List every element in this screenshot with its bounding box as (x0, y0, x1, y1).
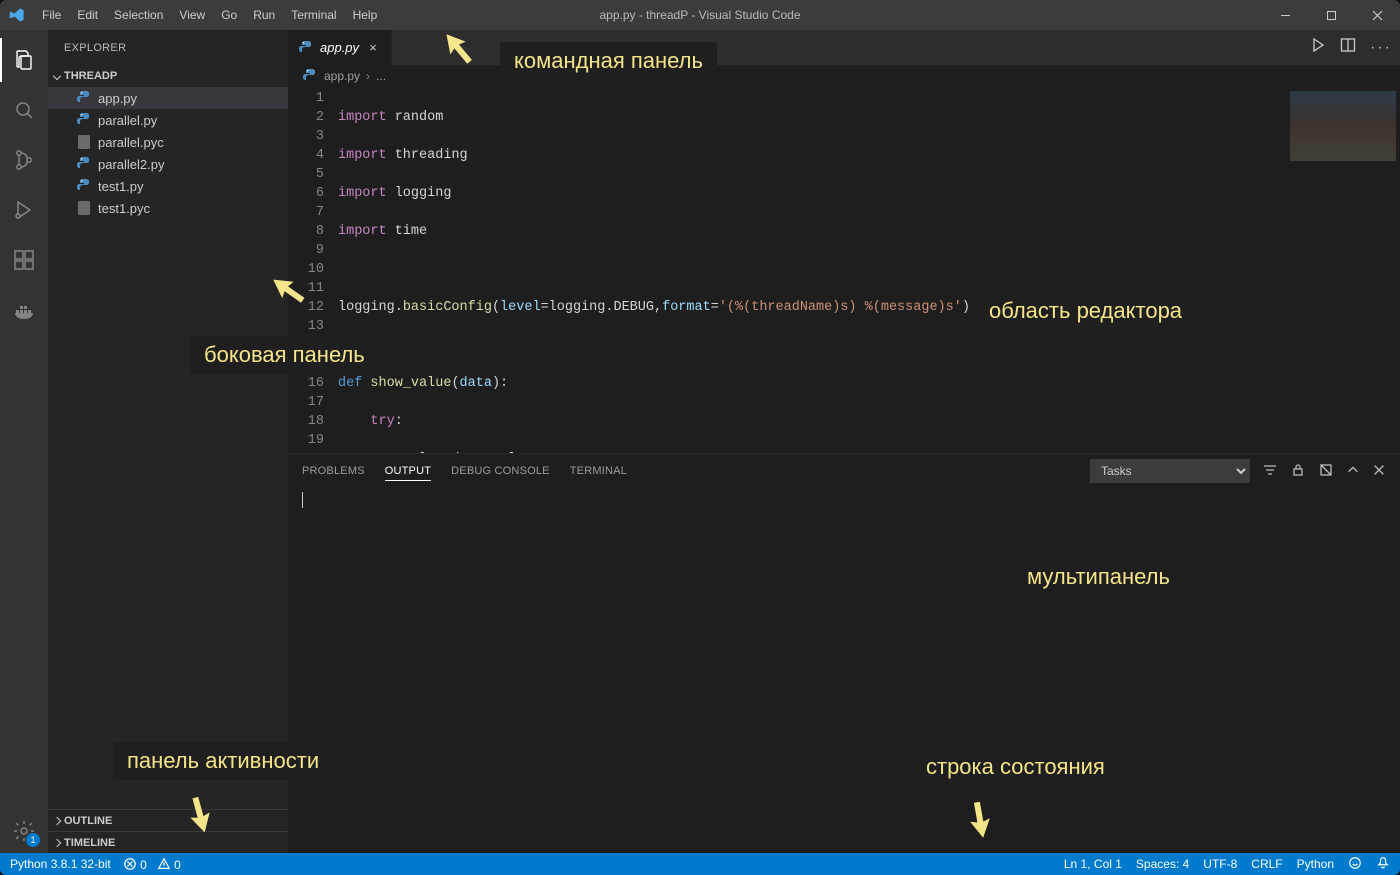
filter-icon[interactable] (1262, 462, 1278, 481)
python-file-icon (76, 90, 92, 106)
activity-source-control-icon[interactable] (0, 138, 48, 182)
activity-docker-icon[interactable] (0, 288, 48, 332)
app-menu: File Edit Selection View Go Run Terminal… (34, 0, 385, 30)
section-label: TIMELINE (64, 837, 115, 849)
file-name: test1.pyc (98, 201, 150, 216)
file-item[interactable]: parallel.pyc (48, 131, 288, 153)
output-channel-select[interactable]: Tasks (1090, 459, 1250, 483)
file-name: test1.py (98, 179, 144, 194)
split-editor-icon[interactable] (1340, 37, 1356, 58)
activity-run-debug-icon[interactable] (0, 188, 48, 232)
editor-tabs: app.py × ··· (288, 30, 1400, 65)
minimap[interactable] (1280, 87, 1400, 453)
chevron-up-icon[interactable] (1346, 463, 1360, 480)
chevron-right-icon (53, 838, 61, 846)
lock-scroll-icon[interactable] (1290, 462, 1306, 481)
window-minimize-icon[interactable] (1262, 0, 1308, 30)
vscode-logo-icon (0, 7, 34, 23)
activity-explorer-icon[interactable] (0, 38, 48, 82)
panel-close-icon[interactable] (1372, 463, 1386, 480)
folder-name: THREADP (64, 70, 117, 82)
status-eol[interactable]: CRLF (1251, 857, 1282, 871)
file-item[interactable]: parallel2.py (48, 153, 288, 175)
file-tree: app.py parallel.py parallel.pyc parallel… (48, 87, 288, 809)
status-problems[interactable]: 0 0 (123, 857, 181, 872)
chevron-down-icon (53, 72, 61, 80)
section-label: OUTLINE (64, 815, 112, 827)
panel-tab-output[interactable]: OUTPUT (385, 462, 431, 481)
file-name: app.py (98, 91, 137, 106)
status-cursor-position[interactable]: Ln 1, Col 1 (1064, 857, 1122, 871)
breadcrumb-file: app.py (324, 69, 360, 83)
more-icon[interactable]: ··· (1370, 39, 1392, 57)
status-bell-icon[interactable] (1376, 856, 1390, 873)
pyc-file-icon (76, 134, 92, 150)
window-maximize-icon[interactable] (1308, 0, 1354, 30)
status-encoding[interactable]: UTF-8 (1203, 857, 1237, 871)
editor-group: app.py × ··· app.py › ... 12345678910 (288, 30, 1400, 853)
menu-file[interactable]: File (34, 0, 69, 30)
chevron-right-icon (53, 816, 61, 824)
editor-tab[interactable]: app.py × (288, 30, 392, 65)
breadcrumb-tail: ... (376, 69, 386, 83)
warning-count: 0 (174, 858, 181, 872)
python-file-icon (302, 68, 318, 84)
file-item[interactable]: test1.pyc (48, 197, 288, 219)
activity-extensions-icon[interactable] (0, 238, 48, 282)
python-file-icon (76, 112, 92, 128)
menu-run[interactable]: Run (245, 0, 283, 30)
window-close-icon[interactable] (1354, 0, 1400, 30)
panel-tab-problems[interactable]: PROBLEMS (302, 462, 365, 480)
file-item[interactable]: app.py (48, 87, 288, 109)
menu-go[interactable]: Go (213, 0, 245, 30)
sidebar-title: EXPLORER (48, 30, 288, 65)
breadcrumb-separator: › (366, 69, 370, 83)
file-name: parallel.pyc (98, 135, 164, 150)
status-indentation[interactable]: Spaces: 4 (1136, 857, 1189, 871)
panel-tabs: PROBLEMS OUTPUT DEBUG CONSOLE TERMINAL T… (288, 454, 1400, 488)
activity-bar: 1 (0, 30, 48, 853)
status-language[interactable]: Python (1297, 857, 1334, 871)
settings-badge: 1 (26, 833, 40, 847)
close-icon[interactable]: × (365, 40, 381, 56)
explorer-sidebar: EXPLORER THREADP app.py parallel.py para… (48, 30, 288, 853)
file-name: parallel.py (98, 113, 157, 128)
tab-label: app.py (320, 40, 359, 55)
editor-body[interactable]: 12345678910111213141516171819 import ran… (288, 87, 1400, 453)
activity-settings-icon[interactable]: 1 (0, 809, 48, 853)
timeline-section[interactable]: TIMELINE (48, 831, 288, 853)
activity-search-icon[interactable] (0, 88, 48, 132)
folder-header[interactable]: THREADP (48, 65, 288, 87)
python-file-icon (298, 40, 314, 56)
file-item[interactable]: parallel.py (48, 109, 288, 131)
breadcrumbs[interactable]: app.py › ... (288, 65, 1400, 87)
status-python-version[interactable]: Python 3.8.1 32-bit (10, 857, 111, 871)
menu-help[interactable]: Help (345, 0, 386, 30)
menu-edit[interactable]: Edit (69, 0, 106, 30)
file-name: parallel2.py (98, 157, 165, 172)
menu-view[interactable]: View (171, 0, 213, 30)
menu-selection[interactable]: Selection (106, 0, 171, 30)
file-item[interactable]: test1.py (48, 175, 288, 197)
code-area[interactable]: import random import threading import lo… (338, 87, 1280, 453)
output-body[interactable] (288, 488, 1400, 853)
clear-output-icon[interactable] (1318, 462, 1334, 481)
vscode-window: File Edit Selection View Go Run Terminal… (0, 0, 1400, 875)
title-bar: File Edit Selection View Go Run Terminal… (0, 0, 1400, 30)
pyc-file-icon (76, 200, 92, 216)
run-icon[interactable] (1310, 37, 1326, 58)
menu-terminal[interactable]: Terminal (283, 0, 344, 30)
status-feedback-icon[interactable] (1348, 856, 1362, 873)
error-count: 0 (140, 858, 147, 872)
panel-tab-debug-console[interactable]: DEBUG CONSOLE (451, 462, 550, 480)
panel-tab-terminal[interactable]: TERMINAL (570, 462, 627, 480)
line-numbers: 12345678910111213141516171819 (288, 87, 338, 453)
outline-section[interactable]: OUTLINE (48, 809, 288, 831)
python-file-icon (76, 178, 92, 194)
status-bar: Python 3.8.1 32-bit 0 0 Ln 1, Col 1 Spac… (0, 853, 1400, 875)
bottom-panel: PROBLEMS OUTPUT DEBUG CONSOLE TERMINAL T… (288, 453, 1400, 853)
python-file-icon (76, 156, 92, 172)
